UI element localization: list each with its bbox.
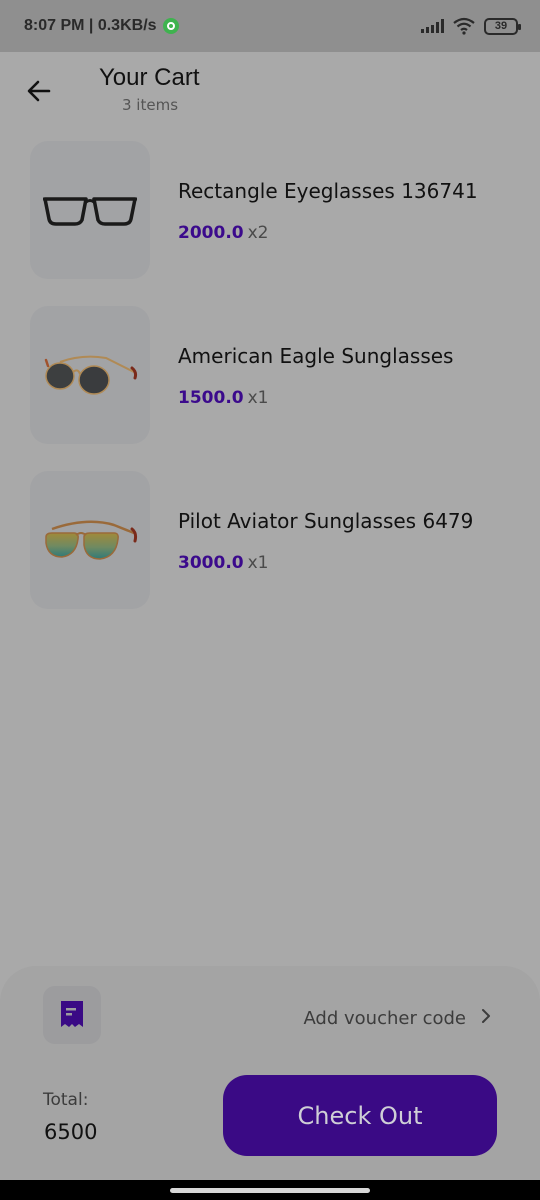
page-title: Your Cart [99,64,200,91]
product-price: 1500.0 [178,388,244,408]
arrow-left-icon [27,80,51,102]
add-voucher-link[interactable]: Add voucher code [303,1008,466,1029]
whatsapp-icon [162,18,179,34]
product-name: Pilot Aviator Sunglasses 6479 [178,509,474,533]
wifi-icon [453,17,475,35]
header: Your Cart 3 items [0,52,540,132]
product-price: 2000.0 [178,223,244,243]
back-button[interactable] [22,74,56,108]
status-bar: 8:07 PM | 0.3KB/s 39 [0,0,540,52]
price-row: 3000.0 x1 [178,553,269,573]
product-name: Rectangle Eyeglasses 136741 [178,179,478,203]
product-image [30,306,150,444]
checkout-panel: Add voucher code Total: 6500 Check Out [0,966,540,1180]
signal-icon [421,19,444,33]
price-row: 1500.0 x1 [178,388,269,408]
product-quantity: x1 [247,553,269,573]
cart-item[interactable]: Pilot Aviator Sunglasses 6479 3000.0 x1 [30,471,510,609]
battery-icon: 39 [484,17,521,35]
total-value: 6500 [44,1120,98,1144]
item-count: 3 items [122,96,179,114]
cart-item[interactable]: American Eagle Sunglasses 1500.0 x1 [30,306,510,444]
navigation-bar [0,1180,540,1200]
product-name: American Eagle Sunglasses [178,344,454,368]
voucher-icon-button[interactable] [43,986,101,1044]
checkout-button[interactable]: Check Out [223,1075,497,1156]
price-row: 2000.0 x2 [178,223,269,243]
total-label: Total: [43,1090,89,1110]
aviator-sunglasses-icon [45,520,138,560]
battery-level: 39 [494,20,508,32]
product-price: 3000.0 [178,553,244,573]
chevron-right-icon[interactable] [478,1006,494,1026]
status-right: 39 [421,17,521,35]
product-quantity: x1 [247,388,269,408]
cart-item[interactable]: Rectangle Eyeglasses 136741 2000.0 x2 [30,141,510,279]
product-quantity: x2 [247,223,269,243]
home-indicator[interactable] [170,1187,370,1193]
round-sunglasses-icon [44,355,138,395]
rectangle-eyeglasses-icon [43,197,137,226]
status-left: 8:07 PM | 0.3KB/s [24,17,179,35]
receipt-icon [61,1001,83,1027]
status-time: 8:07 PM | 0.3KB/s [24,17,157,34]
product-image [30,141,150,279]
product-image [30,471,150,609]
